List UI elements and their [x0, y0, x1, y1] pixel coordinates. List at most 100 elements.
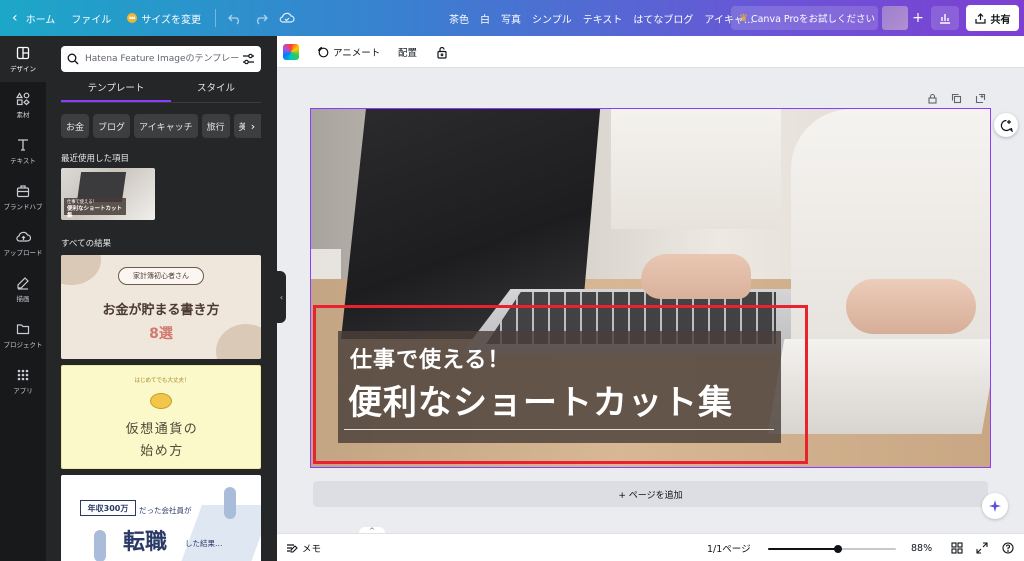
- card-text: した結果…: [185, 539, 223, 548]
- editor-toolbar: アニメート 配置: [277, 36, 1024, 68]
- brand-icon: [16, 184, 30, 197]
- title-item: はてなブログ: [633, 14, 694, 26]
- save-status-button[interactable]: [274, 0, 300, 36]
- add-page-icon-button[interactable]: [973, 91, 987, 105]
- design-page[interactable]: 仕事で使える！ 便利なショートカット集: [310, 108, 991, 468]
- home-button[interactable]: ‹ ホーム: [0, 0, 63, 36]
- position-label: 配置: [398, 48, 418, 59]
- card-title: 転職: [123, 530, 168, 555]
- zoom-level[interactable]: 88%: [911, 534, 932, 561]
- try-canva-pro-button[interactable]: ♛ Canva Proをお試しください: [731, 6, 878, 30]
- template-card[interactable]: 年収300万 だった会社員が 転職 した結果…: [61, 475, 261, 561]
- rail-projects[interactable]: プロジェクト: [0, 312, 46, 358]
- add-page-button[interactable]: + ページを追加: [313, 481, 988, 507]
- rail-design[interactable]: デザイン: [0, 36, 46, 82]
- animate-button[interactable]: アニメート: [317, 36, 380, 68]
- chip[interactable]: ブログ: [93, 114, 131, 138]
- redo-icon: [257, 14, 268, 25]
- tab-styles[interactable]: スタイル: [171, 80, 261, 102]
- upload-icon: [974, 12, 986, 24]
- card-title: お金が貯まる書き方: [102, 303, 220, 318]
- folder-icon: [16, 323, 30, 334]
- left-rail: デザイン 素材 テキスト ブランドハブ アップロード 描画 プロジェクト アプリ: [0, 36, 46, 561]
- bar-chart-icon: [940, 14, 950, 24]
- layout-icon: [16, 46, 30, 59]
- recent-label: 最近使用した項目: [61, 154, 130, 164]
- panel-tabs: テンプレート スタイル: [61, 80, 261, 102]
- search-icon: [67, 53, 79, 65]
- filter-icon[interactable]: [242, 53, 255, 65]
- duplicate-page-button[interactable]: [949, 91, 963, 105]
- notes-button[interactable]: メモ: [286, 534, 321, 561]
- rail-uploads[interactable]: アップロード: [0, 220, 46, 266]
- rail-text[interactable]: テキスト: [0, 128, 46, 174]
- fullscreen-button[interactable]: [973, 534, 991, 561]
- rail-label: テキスト: [10, 156, 36, 165]
- grid-view-button[interactable]: [948, 534, 966, 561]
- highlight-frame[interactable]: [313, 305, 808, 464]
- card-pill: 家計簿初心者さん: [118, 267, 204, 285]
- rail-apps[interactable]: アプリ: [0, 358, 46, 404]
- insights-button[interactable]: [931, 6, 959, 30]
- add-comment-button[interactable]: [994, 113, 1018, 137]
- card-arc-text: はじめてでも大丈夫！: [134, 378, 190, 384]
- design-title[interactable]: 茶色 白 写真 シンプル テキスト はてなブログ アイキャ...: [449, 0, 753, 36]
- search-input[interactable]: [85, 54, 242, 64]
- template-card[interactable]: はじめてでも大丈夫！ 仮想通貨の 始め方: [61, 365, 261, 469]
- thumb-text: 仕事で使える！ 便利なショートカット集: [64, 198, 126, 219]
- pro-label: Canva Proをお試しください: [750, 14, 875, 25]
- tab-templates[interactable]: テンプレート: [61, 80, 171, 102]
- apps-icon: [17, 369, 29, 380]
- add-collaborator-button[interactable]: +: [909, 6, 927, 30]
- cloud-check-icon: [279, 12, 295, 23]
- resize-button[interactable]: サイズを変更: [119, 0, 209, 36]
- zoom-slider[interactable]: [768, 545, 896, 553]
- rail-elements[interactable]: 素材: [0, 82, 46, 128]
- rail-draw[interactable]: 描画: [0, 266, 46, 312]
- coin-icon: [150, 393, 172, 409]
- rail-label: アップロード: [3, 248, 43, 257]
- file-menu[interactable]: ファイル: [63, 0, 119, 36]
- rail-brand[interactable]: ブランドハブ: [0, 174, 46, 220]
- title-item: シンプル: [532, 14, 572, 26]
- page-actions: [925, 91, 987, 105]
- recent-design-thumbnail[interactable]: 仕事で使える！ 便利なショートカット集: [61, 168, 155, 220]
- zoom-slider-handle[interactable]: [834, 545, 843, 553]
- rail-label: ブランドハブ: [3, 202, 43, 211]
- chip[interactable]: お金: [61, 114, 90, 138]
- chip[interactable]: アイキャッチ: [134, 114, 198, 138]
- shapes-icon: [16, 91, 30, 105]
- top-bar: ‹ ホーム ファイル サイズを変更 茶色 白 写真 シンプル テキスト はてなブ…: [0, 0, 1024, 36]
- lock-page-button[interactable]: [925, 91, 939, 105]
- rail-label: アプリ: [13, 386, 33, 395]
- avatar[interactable]: [882, 6, 908, 30]
- card-text: だった会社員が: [139, 506, 192, 515]
- template-card[interactable]: 家計簿初心者さん お金が貯まる書き方 8選: [61, 255, 261, 359]
- share-button[interactable]: 共有: [966, 5, 1019, 31]
- animate-label: アニメート: [333, 48, 381, 59]
- lock-button[interactable]: [436, 36, 448, 68]
- thumb-subtitle: 仕事で使える！: [67, 200, 97, 205]
- file-label: ファイル: [71, 14, 112, 26]
- chip[interactable]: 旅行: [201, 114, 230, 138]
- title-item: 写真: [501, 14, 521, 26]
- page-count[interactable]: 1/1ページ: [707, 534, 751, 561]
- fullscreen-icon: [976, 542, 988, 554]
- color-picker-button[interactable]: [283, 44, 299, 60]
- undo-icon: [228, 14, 239, 25]
- redo-button[interactable]: [248, 0, 274, 36]
- position-button[interactable]: 配置: [398, 36, 417, 68]
- lock-icon: [437, 46, 447, 59]
- rail-label: デザイン: [10, 64, 36, 73]
- plus-icon: +: [912, 10, 924, 26]
- comment-add-icon: [1000, 119, 1013, 132]
- help-button[interactable]: [999, 534, 1017, 561]
- all-results-label: すべての結果: [61, 239, 112, 249]
- text-icon: [18, 138, 28, 151]
- magic-assistant-button[interactable]: [982, 493, 1008, 519]
- collapse-panel-button[interactable]: ‹: [277, 271, 286, 323]
- title-item: 茶色: [449, 14, 469, 26]
- template-search[interactable]: [61, 46, 261, 72]
- chevron-right-icon[interactable]: ›: [245, 114, 261, 138]
- undo-button[interactable]: [222, 0, 248, 36]
